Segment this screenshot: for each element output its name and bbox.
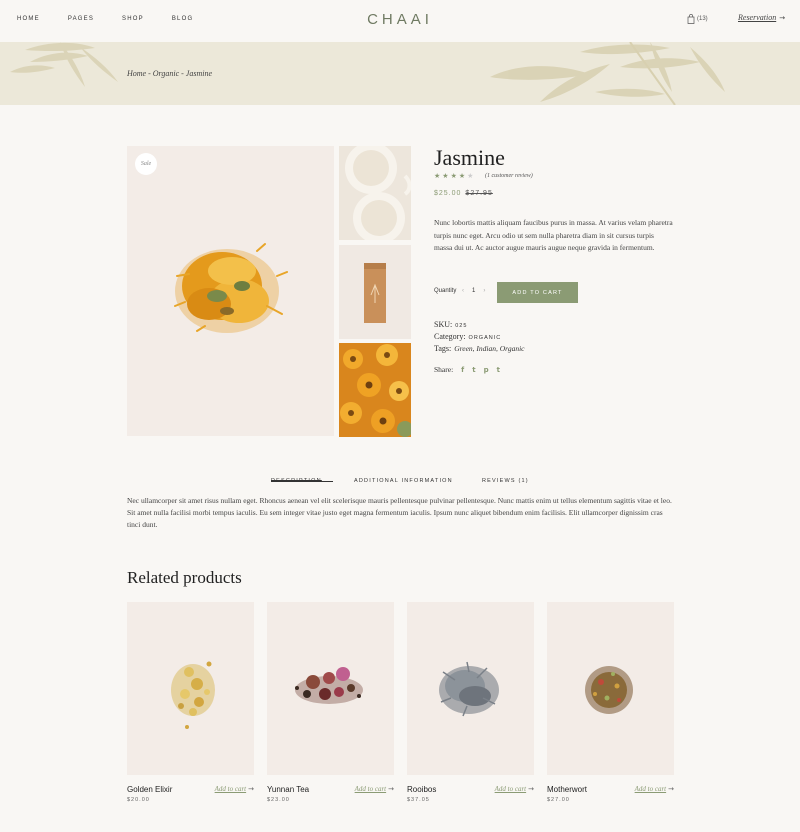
add-to-cart-label: Add to cart [634, 785, 667, 793]
current-price: $25.00 [434, 190, 462, 197]
arrow-right-icon: → [248, 785, 254, 793]
related-product-card[interactable]: Motherwort $27.00 Add to cart → [547, 602, 674, 803]
related-product-image[interactable] [267, 602, 394, 775]
header: HOME PAGES SHOP BLOG CHAAI (13) Reservat… [0, 0, 800, 42]
share-label: Share: [434, 365, 454, 374]
sku-label: SKU: [434, 320, 453, 329]
add-to-cart-link[interactable]: Add to cart → [495, 785, 534, 793]
star-icon: ★ [442, 172, 451, 180]
product-price: $25.00 $27.95 [434, 190, 493, 197]
product-thumb-flowers[interactable] [339, 343, 413, 437]
quantity-value[interactable]: 1 [472, 288, 475, 294]
pinterest-icon[interactable]: p [484, 366, 489, 374]
calendula-flowers-image [339, 343, 413, 437]
calendula-petals-image [174, 243, 288, 333]
category-row: Category: ORGANIC [434, 332, 501, 341]
add-to-cart-link[interactable]: Add to cart → [355, 785, 394, 793]
related-products-heading: Related products [127, 568, 242, 587]
product-short-description: Nunc lobortis mattis aliquam faucibus pu… [434, 218, 673, 252]
related-product-image[interactable] [407, 602, 534, 775]
related-product-name[interactable]: Motherwort [547, 785, 587, 794]
tumblr-icon[interactable]: t [497, 366, 500, 374]
twitter-icon[interactable]: t [472, 366, 475, 374]
reservation-label: Reservation [738, 13, 777, 22]
quantity-stepper[interactable]: ‹ 1 › [462, 288, 485, 294]
add-to-cart-label: Add to cart [214, 785, 247, 793]
bag-icon [687, 14, 695, 24]
arrow-right-icon: → [388, 785, 394, 793]
bamboo-leaves-left [10, 42, 118, 87]
product-main-image[interactable]: Sale [127, 146, 334, 436]
related-product-price: $23.00 [267, 797, 290, 803]
related-product-card[interactable]: Golden Elixir $20.00 Add to cart → [127, 602, 254, 803]
category-link[interactable]: ORGANIC [469, 335, 502, 341]
related-product-price: $20.00 [127, 797, 150, 803]
category-label: Category: [434, 332, 466, 341]
active-tab-underline [271, 481, 333, 482]
add-to-cart-button[interactable]: ADD TO CART [497, 282, 578, 303]
tea-package-image [364, 263, 386, 323]
facebook-icon[interactable]: f [461, 366, 464, 374]
sku-value: 025 [455, 323, 468, 329]
tags-links[interactable]: Green, Indian, Organic [454, 344, 524, 353]
related-product-name[interactable]: Golden Elixir [127, 785, 172, 794]
quantity-label: Quantity [434, 288, 457, 294]
review-count-link[interactable]: (1 customer review) [485, 173, 533, 179]
tab-additional-information[interactable]: ADDITIONAL INFORMATION [354, 478, 453, 484]
related-product-card[interactable]: Yunnan Tea $23.00 Add to cart → [267, 602, 394, 803]
related-product-name[interactable]: Rooibos [407, 785, 436, 794]
bamboo-leaves-right [490, 42, 725, 105]
tags-row: Tags: Green, Indian, Organic [434, 344, 524, 353]
related-product-name[interactable]: Yunnan Tea [267, 785, 309, 794]
arrow-right-icon: → [668, 785, 674, 793]
page-banner: Home - Organic - Jasmine [0, 42, 800, 105]
tab-description-content: Nec ullamcorper sit amet risus nullam eg… [127, 496, 672, 529]
tags-label: Tags: [434, 344, 452, 353]
motherwort-image [585, 666, 633, 714]
star-empty-icon: ★ [467, 172, 476, 180]
related-product-image[interactable] [127, 602, 254, 775]
chevron-left-icon[interactable]: ‹ [462, 288, 464, 294]
star-icon: ★ [450, 172, 459, 180]
tab-reviews[interactable]: REVIEWS (1) [482, 478, 529, 484]
sku-row: SKU: 025 [434, 320, 467, 329]
breadcrumb[interactable]: Home - Organic - Jasmine [127, 69, 212, 78]
cart-count: (13) [697, 16, 708, 22]
add-to-cart-link[interactable]: Add to cart → [215, 785, 254, 793]
related-product-image[interactable] [547, 602, 674, 775]
site-logo[interactable]: CHAAI [0, 11, 800, 28]
related-product-price: $27.00 [547, 797, 570, 803]
add-to-cart-link[interactable]: Add to cart → [635, 785, 674, 793]
product-title: Jasmine [434, 145, 505, 170]
add-to-cart-label: Add to cart [494, 785, 527, 793]
share-row: Share: f t p t [434, 365, 500, 374]
old-price: $27.95 [465, 190, 493, 197]
tea-cups-image [345, 142, 412, 244]
yunnan-tea-image [295, 667, 363, 704]
product-thumb-package[interactable] [339, 245, 411, 339]
rating-stars[interactable]: ★★★★★ [434, 172, 475, 180]
star-icon: ★ [458, 172, 468, 180]
product-thumb-cups[interactable] [339, 142, 412, 244]
arrow-right-icon: → [779, 14, 786, 22]
rooibos-image [439, 661, 499, 717]
add-to-cart-label: Add to cart [354, 785, 387, 793]
chamomile-image [171, 661, 215, 729]
arrow-right-icon: → [528, 785, 534, 793]
related-product-card[interactable]: Rooibos $37.05 Add to cart → [407, 602, 534, 803]
reservation-link[interactable]: Reservation → [738, 13, 785, 22]
related-product-price: $37.05 [407, 797, 430, 803]
cart-link[interactable]: (13) [687, 14, 708, 24]
chevron-right-icon[interactable]: › [483, 288, 485, 294]
